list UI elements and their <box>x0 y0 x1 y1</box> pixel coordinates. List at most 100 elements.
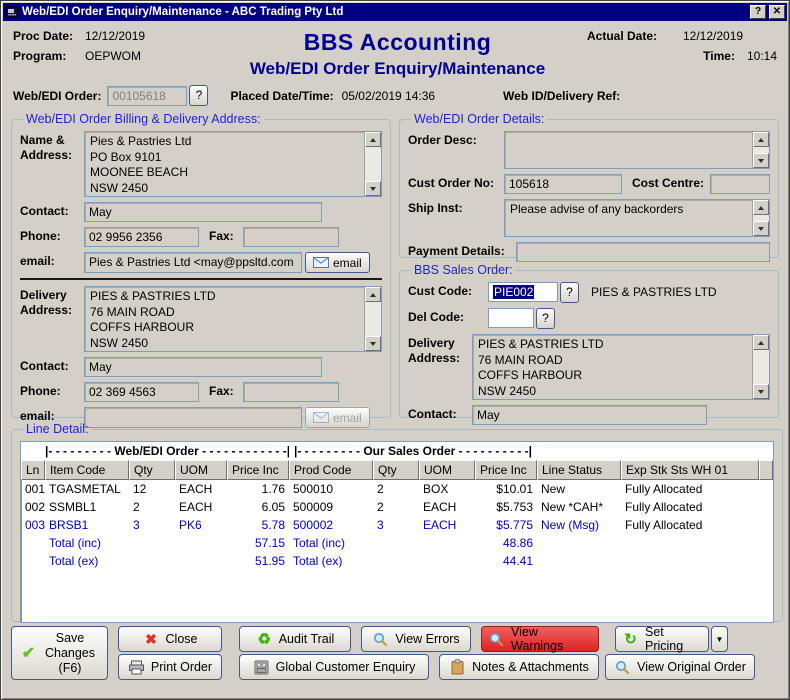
table-cell: 500010 <box>289 482 373 496</box>
close-x-icon: ✖ <box>143 631 160 648</box>
del-code-input[interactable] <box>488 308 534 328</box>
table-cell: BOX <box>419 482 475 496</box>
view-original-order-button[interactable]: View Original Order <box>605 654 755 680</box>
delivery-email-input[interactable] <box>84 407 302 428</box>
billing-fax-input[interactable] <box>243 227 339 247</box>
cust-code-lookup-button[interactable]: ? <box>560 282 579 303</box>
proc-date-value: 12/12/2019 <box>85 29 145 43</box>
view-errors-button[interactable]: View Errors <box>361 626 471 652</box>
cust-order-no-input[interactable]: 105618 <box>504 174 622 194</box>
scroll-down-button[interactable] <box>753 153 769 168</box>
notes-attachments-button[interactable]: Notes & Attachments <box>439 654 599 680</box>
scroll-down-button[interactable] <box>365 181 381 196</box>
table-row[interactable]: 001TGASMETAL12EACH1.765000102BOX$10.01Ne… <box>21 480 773 498</box>
table-cell: $10.01 <box>475 482 537 496</box>
column-header-price-inc[interactable]: Price Inc <box>475 460 537 480</box>
selected-text: PIE002 <box>493 285 534 299</box>
cost-centre-input[interactable] <box>710 174 770 194</box>
cust-code-input[interactable]: PIE002 <box>488 282 558 302</box>
table-cell: EACH <box>175 500 227 514</box>
title-bar[interactable]: Web/EDI Order Enquiry/Maintenance - ABC … <box>3 3 787 21</box>
email-button-label: email <box>333 256 362 270</box>
del-code-lookup-button[interactable]: ? <box>536 308 555 329</box>
totals-row: Total (ex)51.95Total (ex)44.41 <box>21 552 773 570</box>
scroll-up-button[interactable] <box>753 200 769 215</box>
column-header-item-code[interactable]: Item Code <box>45 460 129 480</box>
scroll-down-button[interactable] <box>753 384 769 399</box>
order-bar: Web/EDI Order: 00105618 ? Placed Date/Ti… <box>3 81 787 112</box>
column-header-prod-code[interactable]: Prod Code <box>289 460 373 480</box>
set-pricing-dropdown-button[interactable]: ▼ <box>711 626 728 652</box>
billing-phone-label: Phone: <box>20 227 84 244</box>
billing-contact-input[interactable]: May <box>84 202 322 222</box>
line-detail-table[interactable]: |- - - - - - - - - Web/EDI Order - - - -… <box>20 441 774 623</box>
table-cell: Fully Allocated <box>621 500 759 514</box>
audit-trail-button[interactable]: ♻ Audit Trail <box>239 626 351 652</box>
scrollbar-track[interactable] <box>365 302 381 336</box>
order-desc-textarea[interactable] <box>504 131 770 169</box>
scroll-up-button[interactable] <box>365 287 381 302</box>
close-button[interactable]: ✖ Close <box>118 626 222 652</box>
column-header-qty[interactable]: Qty <box>373 460 419 480</box>
line-detail-column-headers: LnItem CodeQtyUOMPrice IncProd CodeQtyUO… <box>21 460 773 480</box>
scroll-up-button[interactable] <box>753 335 769 350</box>
column-header-uom[interactable]: UOM <box>419 460 475 480</box>
billing-address-textarea[interactable]: Pies & Pastries Ltd PO Box 9101 MOONEE B… <box>84 131 382 197</box>
delivery-contact-input[interactable]: May <box>84 357 322 377</box>
order-lookup-button[interactable]: ? <box>189 85 208 106</box>
line-detail-fieldset: Line Detail: |- - - - - - - - - Web/EDI … <box>11 422 783 622</box>
table-row[interactable]: 003BRSB13PK65.785000023EACH$5.775New (Ms… <box>21 516 773 534</box>
save-changes-button[interactable]: ✔ Save Changes (F6) <box>11 626 108 680</box>
delivery-phone-input[interactable]: 02 369 4563 <box>84 382 199 402</box>
column-header-price-inc[interactable]: Price Inc <box>227 460 289 480</box>
global-customer-enquiry-button[interactable]: Global Customer Enquiry <box>239 654 429 680</box>
webedi-order-input[interactable]: 00105618 <box>107 86 187 106</box>
table-cell: 001 <box>21 482 45 496</box>
delivery-address-textarea[interactable]: PIES & PASTRIES LTD 76 MAIN ROAD COFFS H… <box>84 286 382 352</box>
table-cell: BRSB1 <box>45 518 129 532</box>
payment-details-input[interactable] <box>516 242 770 262</box>
delivery-fax-input[interactable] <box>243 382 339 402</box>
view-errors-label: View Errors <box>395 632 459 646</box>
scroll-up-button[interactable] <box>365 132 381 147</box>
global-customer-enquiry-label: Global Customer Enquiry <box>276 660 416 674</box>
totals-cell: Total (inc) <box>289 536 373 550</box>
delivery-address-scrollbar[interactable] <box>364 287 381 351</box>
column-header-ln[interactable]: Ln <box>21 460 45 480</box>
down-arrow-icon <box>758 390 764 394</box>
column-header-line-status[interactable]: Line Status <box>537 460 621 480</box>
placed-datetime-label: Placed Date/Time: <box>230 89 333 103</box>
cabinet-icon <box>253 660 270 675</box>
table-row[interactable]: 002SSMBL12EACH6.055000092EACH$5.753New *… <box>21 498 773 516</box>
scroll-down-button[interactable] <box>365 336 381 351</box>
scroll-up-button[interactable] <box>753 132 769 147</box>
column-header-exp-stk-sts-wh-01[interactable]: Exp Stk Sts WH 01 <box>621 460 759 480</box>
table-cell: EACH <box>175 482 227 496</box>
column-header-qty[interactable]: Qty <box>129 460 175 480</box>
app-window: Web/EDI Order Enquiry/Maintenance - ABC … <box>0 0 790 700</box>
close-window-button[interactable]: ✕ <box>769 5 785 19</box>
scrollbar-track[interactable] <box>365 147 381 181</box>
so-delivery-address-textarea[interactable]: PIES & PASTRIES LTD 76 MAIN ROAD COFFS H… <box>472 334 770 400</box>
billing-email-input[interactable]: Pies & Pastries Ltd <may@ppsltd.com <box>84 252 302 273</box>
billing-email-button[interactable]: email <box>305 252 370 273</box>
delivery-contact-label: Contact: <box>20 357 84 374</box>
help-button[interactable]: ? <box>750 5 766 19</box>
scrollbar-track[interactable] <box>753 350 769 384</box>
column-header-uom[interactable]: UOM <box>175 460 227 480</box>
view-warnings-button[interactable]: View Warnings <box>481 626 599 652</box>
ship-inst-scrollbar[interactable] <box>752 200 769 236</box>
order-desc-scrollbar[interactable] <box>752 132 769 168</box>
so-contact-input[interactable]: May <box>472 405 707 425</box>
del-code-label: Del Code: <box>408 308 488 325</box>
billing-contact-label: Contact: <box>20 202 84 219</box>
billing-phone-input[interactable]: 02 9956 2356 <box>84 227 199 247</box>
ship-inst-text: Please advise of any backorders <box>505 200 752 236</box>
so-delivery-scrollbar[interactable] <box>752 335 769 399</box>
scroll-down-button[interactable] <box>753 221 769 236</box>
print-order-button[interactable]: Print Order <box>118 654 222 680</box>
set-pricing-button[interactable]: ↻ Set Pricing <box>615 626 709 652</box>
ship-inst-textarea[interactable]: Please advise of any backorders <box>504 199 770 237</box>
billing-address-scrollbar[interactable] <box>364 132 381 196</box>
order-desc-label: Order Desc: <box>408 131 504 148</box>
